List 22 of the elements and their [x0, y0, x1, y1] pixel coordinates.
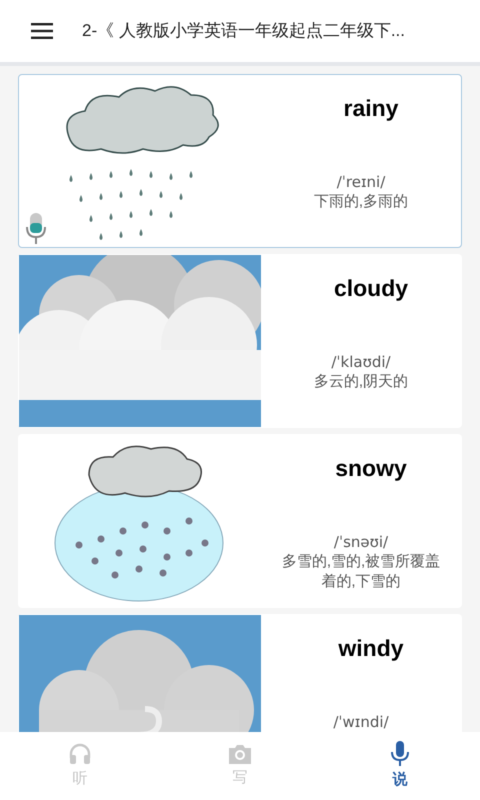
phonetic-text: /ˈwɪndi/ — [333, 712, 389, 732]
chinese-meaning: 多云的,阴天的 — [312, 372, 410, 392]
chinese-meaning: 多雪的,雪的,被雪所覆盖着的,下雪的 — [280, 552, 442, 592]
english-word: snowy — [334, 454, 407, 483]
english-word: cloudy — [332, 274, 408, 303]
camera-icon — [227, 742, 253, 765]
microphone-icon — [390, 740, 410, 767]
word-card[interactable]: rainy /ˈreɪni/ 下雨的,多雨的 — [18, 74, 462, 248]
english-word: windy — [337, 634, 404, 663]
microphone-icon[interactable] — [25, 213, 47, 245]
word-card[interactable]: snowy /ˈsnəʊi/ 多雪的,雪的,被雪所覆盖着的,下雪的 — [18, 434, 462, 608]
chinese-meaning: 下雨的,多雨的 — [312, 192, 410, 212]
phonetic-text: /ˈsnəʊi/ — [334, 532, 388, 552]
word-card[interactable]: cloudy /ˈklaʊdi/ 多云的,阴天的 — [18, 254, 462, 428]
headphones-icon — [68, 742, 92, 766]
english-word: rainy — [342, 94, 398, 123]
menu-icon — [31, 23, 53, 39]
phonetic-text: /ˈreɪni/ — [336, 172, 386, 192]
tab-button[interactable]: 说 — [320, 732, 480, 800]
phonetic-text: /ˈklaʊdi/ — [331, 352, 391, 372]
word-card[interactable]: windy /ˈwɪndi/ — [18, 614, 462, 732]
page-title: 2-《 人教版小学英语一年级起点二年级下... — [82, 20, 406, 42]
